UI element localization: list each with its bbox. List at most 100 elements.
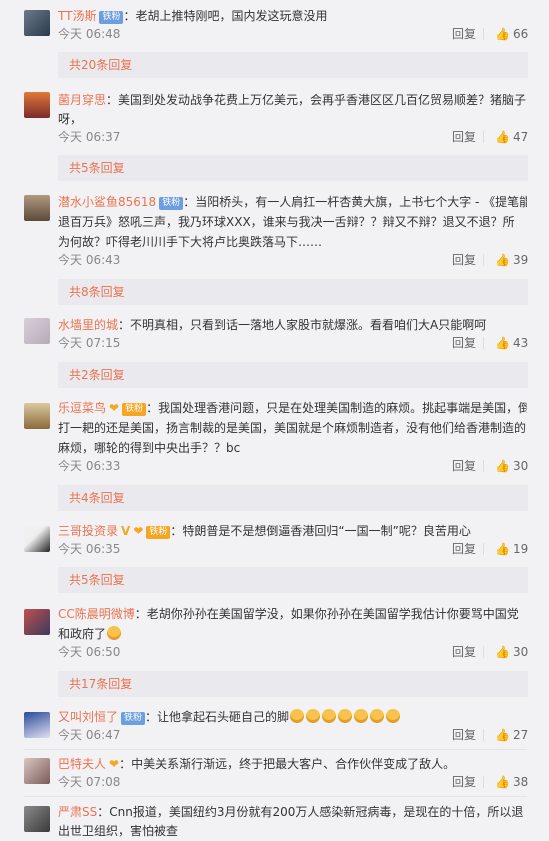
avatar[interactable]	[24, 318, 50, 344]
divider	[483, 543, 484, 555]
like-button[interactable]: 👍 27	[495, 726, 528, 744]
avatar[interactable]	[24, 712, 50, 738]
reply-button[interactable]: 回复	[452, 457, 476, 475]
username[interactable]: 菌月穿思	[58, 93, 106, 107]
comment-text-continued: 打一耙的还是美国，扬言制裁的是美国，美国就是个麻烦制造者，没有他们给香港制造的	[58, 421, 527, 435]
thumbs-up-icon: 👍	[495, 336, 510, 350]
like-button[interactable]: 👍 30	[495, 643, 528, 661]
timestamp: 今天 07:08	[58, 775, 121, 789]
username[interactable]: 三哥投资录	[58, 524, 118, 538]
like-button[interactable]: 👍 43	[495, 334, 528, 352]
heart-icon: ❤	[109, 757, 120, 771]
avatar[interactable]	[24, 806, 50, 832]
username[interactable]: 严肃SS	[58, 805, 97, 819]
more-replies-link[interactable]: 共20条回复	[69, 56, 132, 74]
comment-text-continued: 呀，	[58, 112, 83, 126]
fan-badge: 铁粉	[122, 403, 147, 416]
comment-text-continued: 为何故？吓得老川川手下大将卢比奥跌落马下……	[58, 235, 323, 249]
fan-badge: 铁粉	[121, 712, 146, 725]
avatar[interactable]	[24, 758, 50, 784]
avatar[interactable]	[24, 526, 50, 552]
more-replies-link[interactable]: 共2条回复	[69, 366, 125, 384]
like-button[interactable]: 👍 66	[495, 25, 528, 43]
timestamp: 今天 06:43	[58, 253, 121, 267]
comment-text-continued: 麻烦，哪轮的得到中央出手？？bc	[58, 441, 241, 455]
reply-button[interactable]: 回复	[452, 334, 476, 352]
username[interactable]: 乐逗菜鸟	[58, 401, 106, 415]
timestamp: 今天 06:47	[58, 728, 121, 742]
avatar[interactable]	[24, 92, 50, 118]
reply-button[interactable]: 回复	[452, 25, 476, 43]
comment-text: ：Cnn报道，美国纽约3月份就有200万人感染新冠病毒，是现在的十倍，所以退	[97, 805, 524, 819]
thumbs-up-icon: 👍	[495, 645, 510, 659]
comment-text: ：老胡上推特刚吧，国内发这玩意没用	[123, 9, 328, 23]
divider	[483, 28, 484, 40]
laughing-emoji-icon	[338, 709, 353, 723]
username[interactable]: 巴特夫人	[58, 757, 106, 771]
divider	[24, 749, 527, 750]
reply-button[interactable]: 回复	[452, 251, 476, 269]
username[interactable]: 又叫刘恒了	[58, 710, 118, 724]
thumbs-up-icon: 👍	[495, 253, 510, 267]
laughing-emoji-icon	[322, 709, 337, 723]
comment-text-continued: 出世卫组织，害怕被查	[58, 824, 179, 838]
laughing-emoji-icon	[107, 626, 122, 640]
more-replies-bar: 共4条回复	[58, 485, 528, 511]
comment-text: ：特朗普是不是想倒逼香港回归“一国一制”呢？良苦用心	[170, 524, 471, 538]
comment-text: ：美国到处发动战争花费上万亿美元，会再乎香港区区几百亿贸易顺差？猪脑子	[106, 93, 527, 107]
more-replies-link[interactable]: 共8条回复	[69, 283, 125, 301]
reply-button[interactable]: 回复	[452, 540, 476, 558]
timestamp: 今天 06:37	[58, 130, 121, 144]
like-button[interactable]: 👍 47	[495, 128, 528, 146]
fan-badge: 铁粉	[99, 11, 124, 24]
username[interactable]: CC陈晨明微博	[58, 607, 135, 621]
laughing-emoji-icon	[290, 709, 305, 723]
thumbs-up-icon: 👍	[495, 130, 510, 144]
comment-text: ：当阳桥头，有一人肩扛一杆杏黄大旗，上书七个大字 - 《提笔能	[183, 195, 527, 209]
reply-button[interactable]: 回复	[452, 726, 476, 744]
username[interactable]: TT汤斯	[58, 9, 96, 23]
laughing-emoji-icon	[354, 709, 369, 723]
thumbs-up-icon: 👍	[495, 459, 510, 473]
more-replies-bar: 共2条回复	[58, 362, 528, 388]
heart-icon: ❤	[133, 524, 144, 538]
avatar[interactable]	[24, 10, 50, 36]
more-replies-bar: 共20条回复	[58, 52, 528, 78]
more-replies-link[interactable]: 共5条回复	[69, 159, 125, 177]
more-replies-link[interactable]: 共17条回复	[69, 675, 132, 693]
more-replies-link[interactable]: 共5条回复	[69, 571, 125, 589]
laughing-emoji-icon	[370, 709, 385, 723]
comment-text: ：让他拿起石头砸自己的脚	[145, 710, 290, 724]
comment-text: ：我国处理香港问题，只是在处理美国制造的麻烦。挑起事端是美国，倒	[146, 401, 527, 415]
thumbs-up-icon: 👍	[495, 728, 510, 742]
divider	[483, 460, 484, 472]
divider	[483, 729, 484, 741]
fan-badge: 铁粉	[146, 526, 171, 539]
avatar[interactable]	[24, 609, 50, 635]
thumbs-up-icon: 👍	[495, 775, 510, 789]
reply-button[interactable]: 回复	[452, 643, 476, 661]
comment-text: ：不明真相，只看到话一落地人家股市就爆涨。看看咱们大A只能啊呵	[118, 318, 487, 332]
timestamp: 今天 06:35	[58, 542, 121, 556]
comment-text-continued: 退百万兵》怒吼三声，我乃环球XXX，谁来与我决一舌辩？？辩又不辩？退又不退？所	[58, 215, 515, 229]
avatar[interactable]	[24, 195, 50, 221]
like-button[interactable]: 👍 30	[495, 457, 528, 475]
like-button[interactable]: 👍 39	[495, 251, 528, 269]
username[interactable]: 潜水小鲨鱼85618	[58, 195, 156, 209]
comment-text-continued: 和政府了	[58, 627, 107, 641]
timestamp: 今天 06:33	[58, 459, 121, 473]
more-replies-bar: 共5条回复	[58, 155, 528, 181]
timestamp: 今天 07:15	[58, 336, 121, 350]
more-replies-link[interactable]: 共4条回复	[69, 489, 125, 507]
comment-text: ：老胡你孙孙在美国留学没，如果你孙孙在美国留学我估计你要骂中国党	[134, 607, 519, 621]
fan-badge: 铁粉	[159, 197, 184, 210]
username[interactable]: 水墙里的城	[58, 318, 118, 332]
avatar[interactable]	[24, 403, 50, 429]
like-button[interactable]: 👍 19	[495, 540, 528, 558]
timestamp: 今天 06:48	[58, 27, 121, 41]
divider	[483, 254, 484, 266]
reply-button[interactable]: 回复	[452, 128, 476, 146]
reply-button[interactable]: 回复	[452, 773, 476, 791]
like-button[interactable]: 👍 38	[495, 773, 528, 791]
timestamp: 今天 06:50	[58, 645, 121, 659]
